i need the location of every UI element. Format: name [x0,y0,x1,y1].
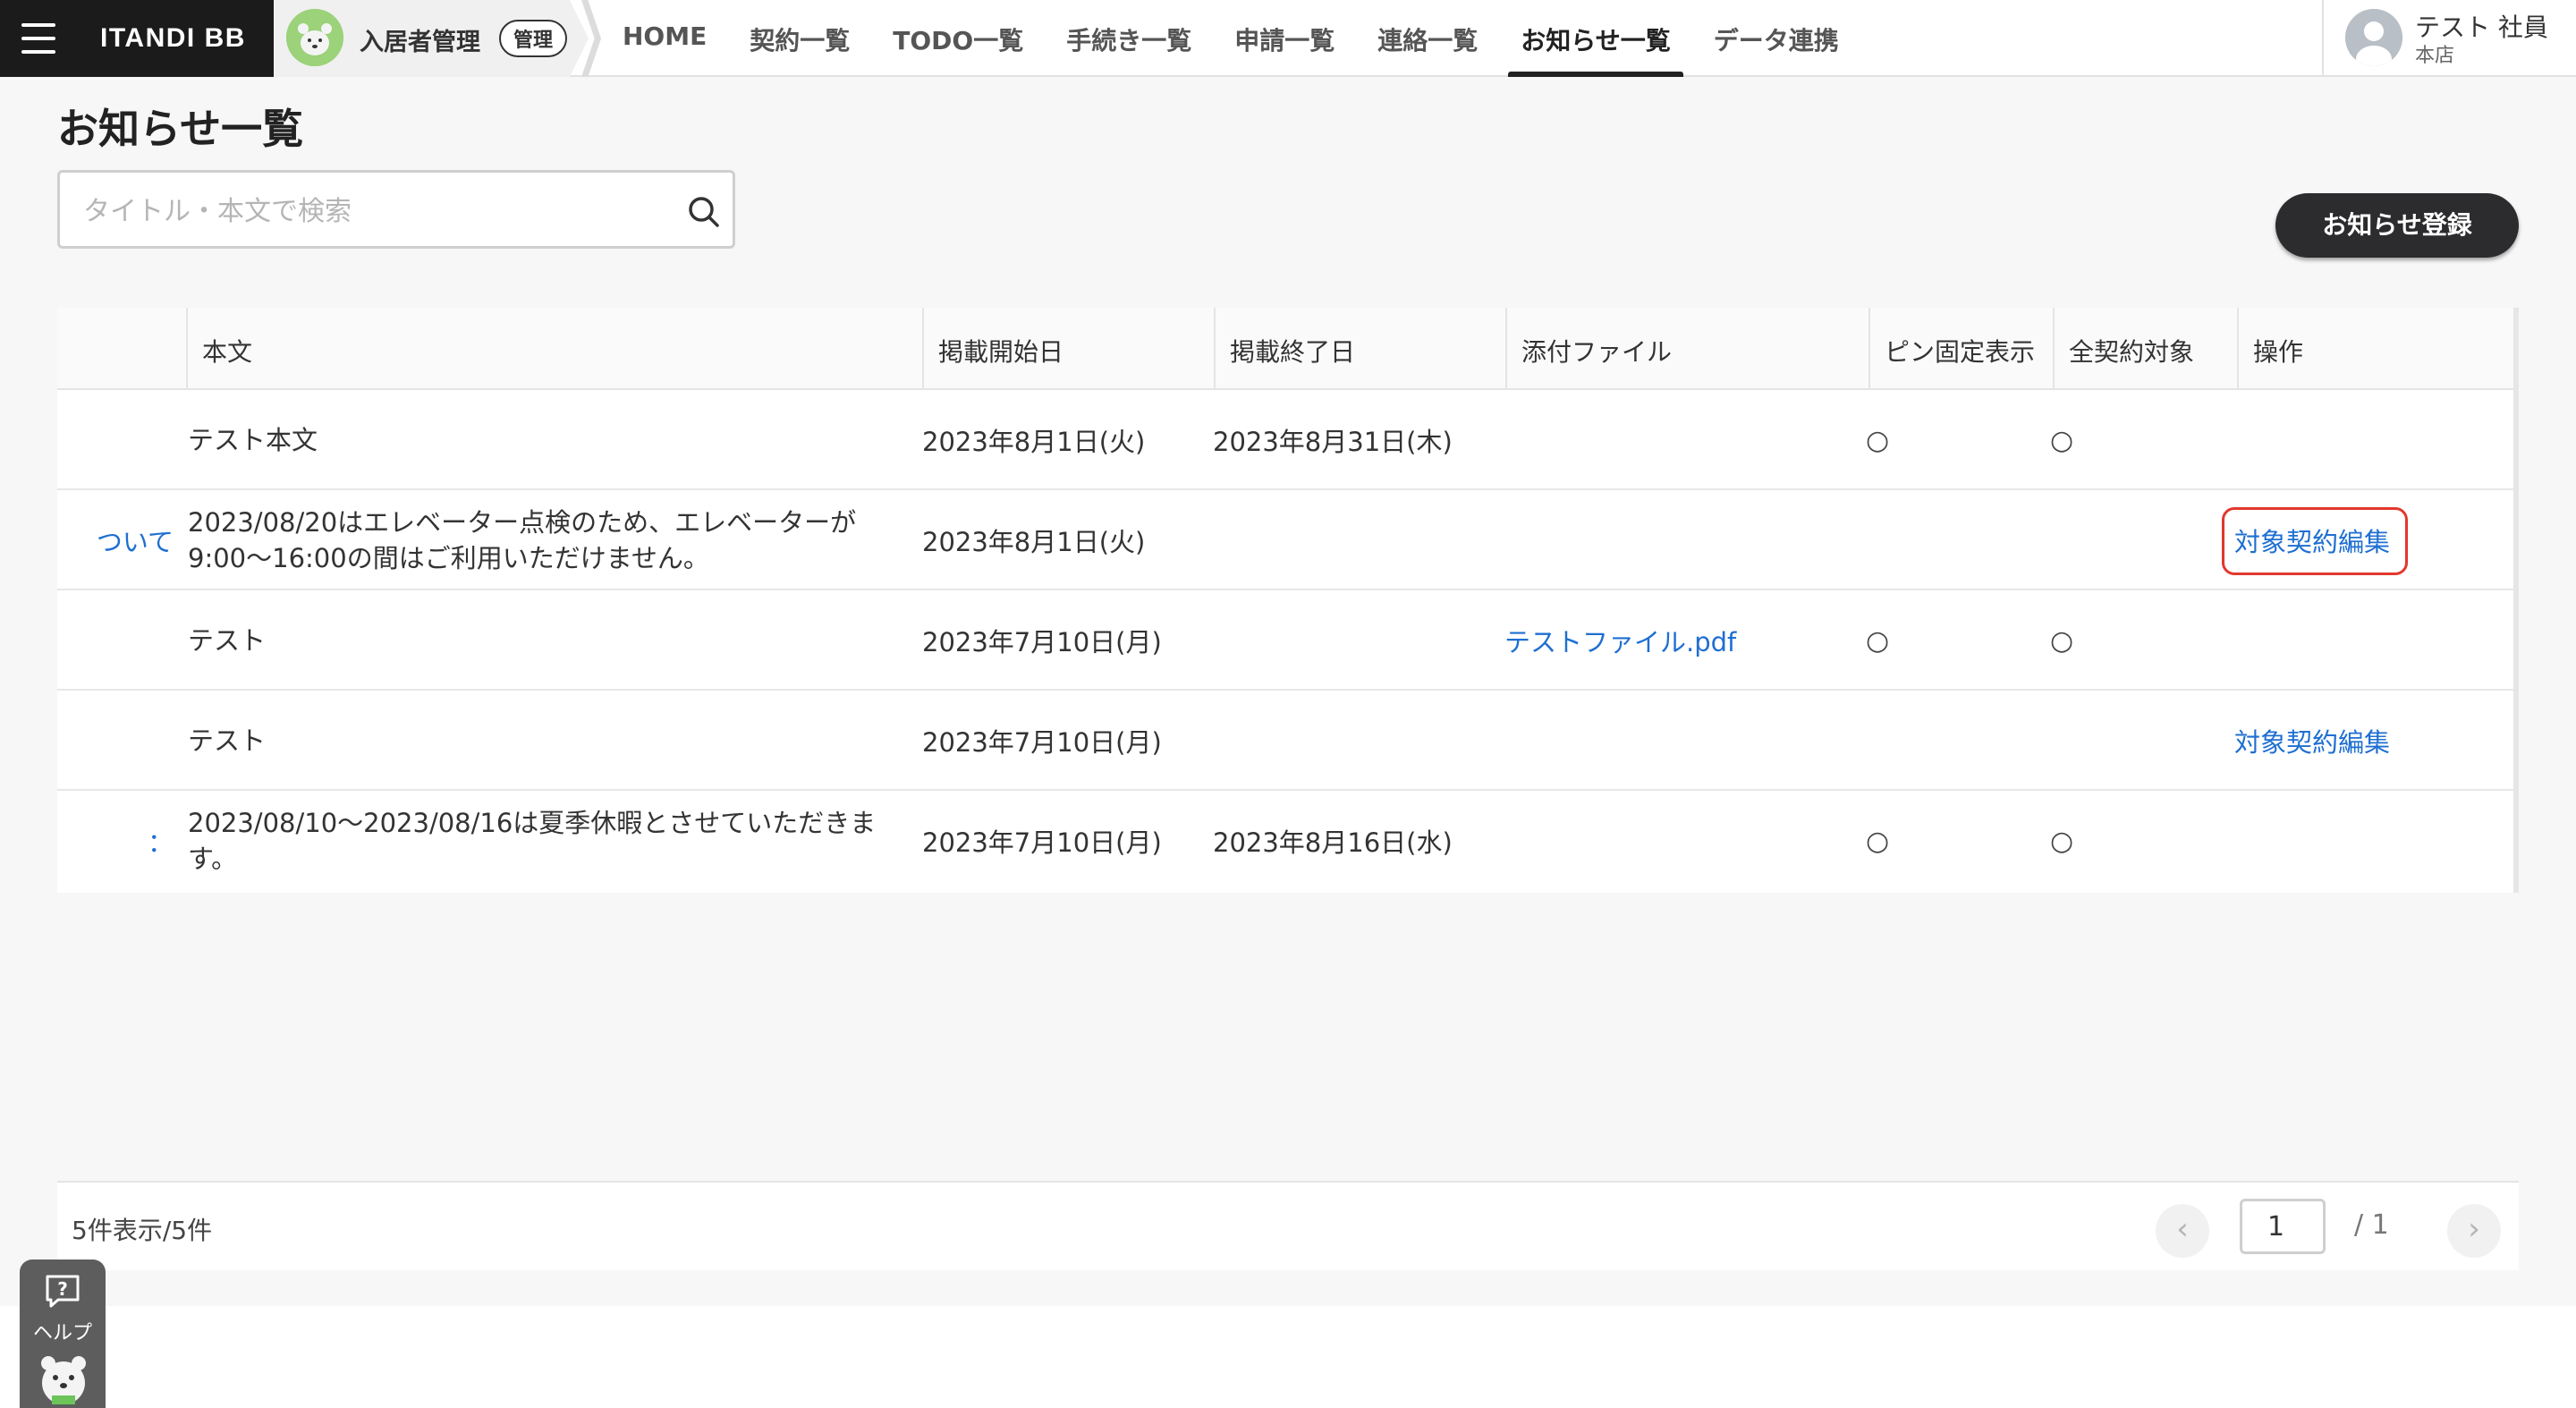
end-date [1213,590,1499,691]
column-header-pinned: ピン固定表示 [1868,308,2053,390]
all-contracts-mark: ○ [2050,825,2074,857]
notices-table: 本文 掲載開始日 掲載終了日 添付ファイル ピン固定表示 全契約対象 操作 テス… [57,308,2519,893]
end-date: 2023年8月16日(水) [1213,827,1453,858]
brand-area: ITANDI BB [0,0,274,77]
brand-logo[interactable]: ITANDI BB [100,23,246,54]
end-date [1213,490,1499,590]
end-date: 2023年8月31日(木) [1213,427,1453,457]
edit-target-contracts-link[interactable]: 対象契約編集 [2234,722,2390,759]
admin-badge: 管理 [499,20,568,57]
help-label: ヘルプ [32,1322,92,1344]
nav-contracts[interactable]: 契約一覧 [728,0,871,77]
page-bottom-area [0,1306,2576,1408]
total-pages: / 1 [2354,1209,2389,1241]
attachment-link[interactable] [1504,390,1853,490]
help-widget[interactable]: ? ヘルプ [20,1260,106,1408]
search-input[interactable] [81,191,657,232]
notice-body: テスト [188,725,267,756]
notice-title-link[interactable]: ： [57,791,174,891]
all-contracts-mark: ○ [2050,624,2074,657]
all-contracts-mark [2050,490,2140,590]
table-row[interactable]: テスト 2023年7月10日(月) 対象契約編集 [57,691,2519,791]
register-notice-button[interactable]: お知らせ登録 [2275,193,2519,258]
attachment-link[interactable] [1504,691,1853,791]
nav-messages[interactable]: 連絡一覧 [1356,0,1499,77]
all-contracts-mark: ○ [2050,424,2074,456]
module-switcher[interactable]: 入居者管理 管理 [274,0,589,77]
table-row[interactable]: テスト本文 2023年8月1日(火) 2023年8月31日(木) ○ ○ [57,390,2519,490]
next-page-chevron-right-icon[interactable]: › [2447,1204,2501,1258]
start-date: 2023年8月1日(火) [922,427,1146,457]
table-row[interactable]: ついて 2023/08/20はエレベーター点検のため、エレベーターが9:00〜1… [57,490,2519,590]
nav-todo[interactable]: TODO一覧 [871,0,1045,77]
attachment-link[interactable]: テストファイル.pdf [1504,590,1853,691]
column-header-body: 本文 [186,308,922,390]
column-header-actions: 操作 [2237,308,2519,390]
attachment-link[interactable] [1504,791,1853,891]
search-box [57,170,735,249]
table-header: 本文 掲載開始日 掲載終了日 添付ファイル ピン固定表示 全契約対象 操作 [57,308,2519,390]
menu-hamburger-icon[interactable] [21,23,57,54]
table-row[interactable]: テスト 2023年7月10日(月) テストファイル.pdf ○ ○ [57,590,2519,691]
bear-mascot-icon [286,9,343,66]
notice-body: 2023/08/10〜2023/08/16は夏季休暇とさせていただきます。 [188,808,877,874]
user-name: テスト 社員 [2415,13,2548,42]
nav-applications[interactable]: 申請一覧 [1213,0,1356,77]
result-count: 5件表示/5件 [72,1216,213,1245]
notice-title-link[interactable] [57,590,174,691]
table-row[interactable]: ： 2023/08/10〜2023/08/16は夏季休暇とさせていただきます。 … [57,791,2519,891]
pinned-mark: ○ [1866,825,1890,857]
nav-procedures[interactable]: 手続き一覧 [1045,0,1213,77]
notice-body: 2023/08/20はエレベーター点検のため、エレベーターが9:00〜16:00… [188,507,857,573]
attachment-link[interactable] [1504,490,1853,590]
nav-data-integration[interactable]: データ連携 [1692,0,1860,77]
start-date: 2023年8月1日(火) [922,527,1146,557]
start-date: 2023年7月10日(月) [922,727,1162,758]
nav-notices[interactable]: お知らせ一覧 [1499,0,1691,77]
current-page-input[interactable] [2240,1199,2326,1254]
column-header-all-contracts: 全契約対象 [2053,308,2237,390]
notice-body: テスト本文 [188,425,318,455]
start-date: 2023年7月10日(月) [922,827,1162,858]
column-header-end-date: 掲載終了日 [1214,308,1505,390]
main-nav: HOME 契約一覧 TODO一覧 手続き一覧 申請一覧 連絡一覧 お知らせ一覧 … [601,0,1860,77]
column-header-attachment: 添付ファイル [1505,308,1868,390]
notice-title-link[interactable]: ついて [57,490,174,590]
table-scroll-edge [2513,308,2519,893]
nav-home[interactable]: HOME [601,0,728,77]
top-header: ITANDI BB 入居者管理 管理 HOME 契約一覧 TODO一覧 手続き一… [0,0,2576,77]
start-date: 2023年7月10日(月) [922,627,1162,657]
user-menu[interactable]: テスト 社員 本店 [2322,0,2576,77]
prev-page-chevron-left-icon[interactable]: ‹ [2156,1204,2209,1258]
notice-title-link[interactable] [57,390,174,490]
pinned-mark: ○ [1866,624,1890,657]
column-header-title [57,308,186,390]
bear-mascot-icon [41,1356,86,1404]
user-branch: 本店 [2415,45,2455,67]
question-bubble-icon: ? [46,1275,80,1308]
table-footer: 5件表示/5件 ‹ / 1 › [57,1181,2519,1270]
pinned-mark [1866,490,1955,590]
svg-text:?: ? [57,1278,68,1300]
user-avatar-icon [2345,9,2402,66]
notice-body: テスト [188,625,267,656]
end-date [1213,691,1499,791]
pinned-mark [1866,691,1955,791]
pinned-mark: ○ [1866,424,1890,456]
all-contracts-mark [2050,691,2140,791]
page-title: お知らせ一覧 [57,105,304,153]
notice-title-link[interactable] [57,691,174,791]
edit-target-contracts-link[interactable]: 対象契約編集 [2221,507,2409,575]
module-name: 入居者管理 [360,29,480,56]
column-header-start-date: 掲載開始日 [922,308,1214,390]
search-icon[interactable] [686,194,722,230]
